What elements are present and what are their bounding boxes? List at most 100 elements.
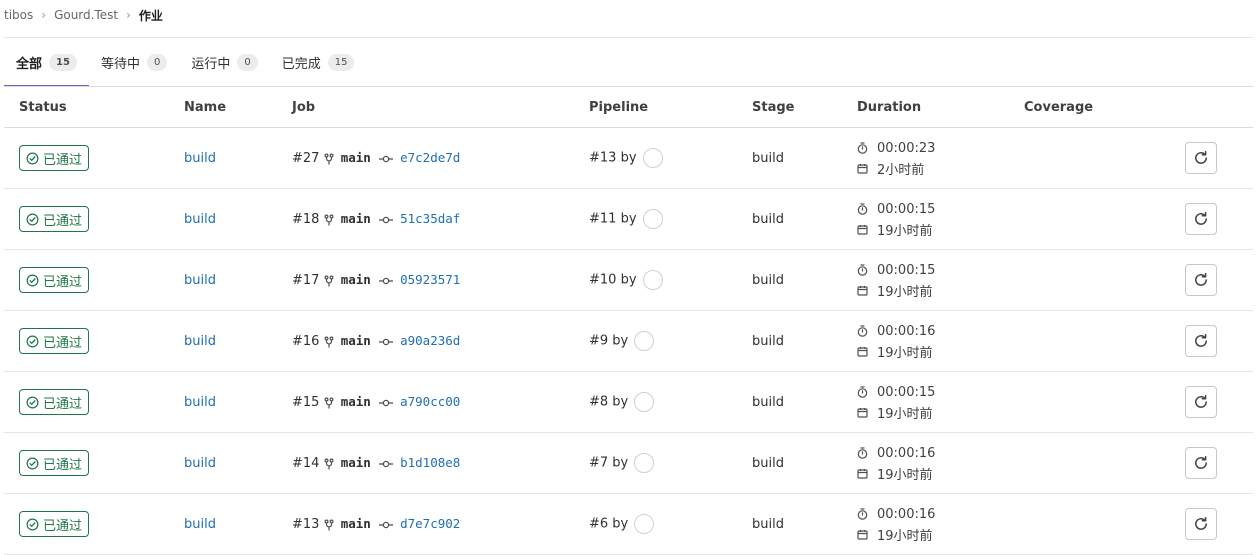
commit-sha-link[interactable]: 05923571: [400, 272, 460, 287]
actions-cell: [1169, 249, 1253, 311]
status-label: 已通过: [43, 213, 83, 229]
status-badge[interactable]: 已通过: [19, 328, 90, 354]
commit-sha-link[interactable]: a790cc00: [400, 394, 460, 409]
pipeline-link[interactable]: #9 by: [589, 334, 628, 349]
breadcrumb-item-project[interactable]: Gourd.Test: [54, 8, 118, 22]
job-id-link[interactable]: #16: [292, 334, 319, 349]
status-label: 已通过: [43, 396, 83, 412]
pipeline-link[interactable]: #11 by: [589, 212, 637, 227]
retry-button[interactable]: [1185, 264, 1217, 296]
actions-cell: [1169, 310, 1253, 372]
job-id-link[interactable]: #27: [292, 151, 319, 166]
duration-cell: 00:00:16 19小时前: [842, 432, 1009, 494]
job-name-link[interactable]: build: [184, 212, 216, 227]
status-cell: 已通过: [4, 188, 169, 250]
avatar[interactable]: [634, 392, 655, 412]
branch-link[interactable]: main: [341, 516, 371, 531]
pipeline-link[interactable]: #8 by: [589, 395, 628, 410]
retry-button[interactable]: [1185, 447, 1217, 479]
job-cell: #15 main a790cc00: [277, 371, 574, 433]
timer-icon: [857, 203, 868, 215]
job-name-link[interactable]: build: [184, 456, 216, 471]
commit-sha-link[interactable]: 51c35daf: [400, 211, 460, 226]
retry-button[interactable]: [1185, 203, 1217, 235]
job-id-link[interactable]: #17: [292, 273, 319, 288]
commit-sha-link[interactable]: e7c2de7d: [400, 150, 460, 165]
branch-link[interactable]: main: [341, 455, 371, 470]
status-badge[interactable]: 已通过: [19, 267, 90, 293]
avatar[interactable]: [634, 453, 655, 473]
job-name-link[interactable]: build: [184, 273, 216, 288]
branch-link[interactable]: main: [341, 211, 371, 226]
branch-link[interactable]: main: [341, 333, 371, 348]
job-cell: #27 main e7c2de7d: [277, 127, 574, 189]
retry-icon: [1195, 272, 1207, 286]
pipeline-cell: #6 by: [574, 493, 737, 555]
job-cell: #13 main d7e7c902: [277, 493, 574, 555]
finished-line: 19小时前: [857, 402, 1009, 422]
job-id-link[interactable]: #13: [292, 517, 319, 532]
branch-icon: [324, 458, 334, 470]
stage-cell: build: [737, 371, 842, 433]
commit-icon: [378, 215, 393, 225]
status-badge[interactable]: 已通过: [19, 511, 90, 537]
commit-sha-link[interactable]: d7e7c902: [400, 516, 460, 531]
avatar[interactable]: [634, 514, 655, 534]
status-badge[interactable]: 已通过: [19, 450, 90, 476]
branch-icon: [324, 275, 334, 287]
job-id-link[interactable]: #18: [292, 212, 319, 227]
avatar[interactable]: [642, 209, 663, 229]
branch-link[interactable]: main: [341, 150, 371, 165]
retry-button[interactable]: [1185, 386, 1217, 418]
branch-link[interactable]: main: [341, 272, 371, 287]
pipeline-link[interactable]: #13 by: [589, 151, 637, 166]
commit-icon: [378, 398, 393, 408]
commit-icon: [378, 459, 393, 469]
coverage-cell: [1009, 127, 1169, 189]
retry-button[interactable]: [1185, 325, 1217, 357]
avatar[interactable]: [642, 270, 663, 290]
chevron-right-icon: ›: [41, 8, 47, 22]
status-badge[interactable]: 已通过: [19, 389, 90, 415]
avatar[interactable]: [634, 331, 655, 351]
duration-cell: 00:00:16 19小时前: [842, 310, 1009, 372]
breadcrumb: tibos › Gourd.Test › 作业: [4, 0, 163, 30]
commit-sha-link[interactable]: b1d108e8: [400, 455, 460, 470]
name-cell: build: [169, 127, 277, 189]
actions-cell: [1169, 432, 1253, 494]
pipeline-cell: #13 by: [574, 127, 737, 189]
check-circle-icon: [26, 213, 39, 225]
job-id-link[interactable]: #14: [292, 456, 319, 471]
retry-button[interactable]: [1185, 142, 1217, 174]
job-id-link[interactable]: #15: [292, 395, 319, 410]
status-badge[interactable]: 已通过: [19, 145, 90, 171]
retry-icon: [1195, 455, 1207, 469]
job-cell: #14 main b1d108e8: [277, 432, 574, 494]
branch-link[interactable]: main: [341, 394, 371, 409]
avatar[interactable]: [642, 148, 663, 168]
tab-running[interactable]: 运行中 0: [179, 38, 269, 86]
tab-finished[interactable]: 已完成 15: [270, 38, 367, 86]
table-row: 已通过 build #16 main a90a236d #9 by build …: [4, 310, 1253, 372]
finished-ago: 19小时前: [877, 284, 933, 300]
commit-sha-link[interactable]: a90a236d: [400, 333, 460, 348]
retry-button[interactable]: [1185, 508, 1217, 540]
tab-count-badge: 0: [237, 53, 258, 71]
tab-label: 等待中: [100, 56, 140, 72]
tab-pending[interactable]: 等待中 0: [89, 38, 179, 86]
duration-line: 00:00:16: [857, 321, 1009, 341]
pipeline-link[interactable]: #6 by: [589, 517, 628, 532]
job-name-link[interactable]: build: [184, 334, 216, 349]
actions-cell: [1169, 127, 1253, 189]
breadcrumb-item-group[interactable]: tibos: [4, 8, 33, 22]
job-name-link[interactable]: build: [184, 395, 216, 410]
status-badge[interactable]: 已通过: [19, 206, 90, 232]
tab-all[interactable]: 全部 15: [4, 38, 89, 87]
pipeline-link[interactable]: #7 by: [589, 456, 628, 471]
pipeline-link[interactable]: #10 by: [589, 273, 637, 288]
job-name-link[interactable]: build: [184, 517, 216, 532]
column-header-actions: [1169, 86, 1253, 128]
job-name-link[interactable]: build: [184, 151, 216, 166]
duration-value: 00:00:16: [877, 445, 936, 461]
column-header-stage: Stage: [737, 86, 842, 128]
